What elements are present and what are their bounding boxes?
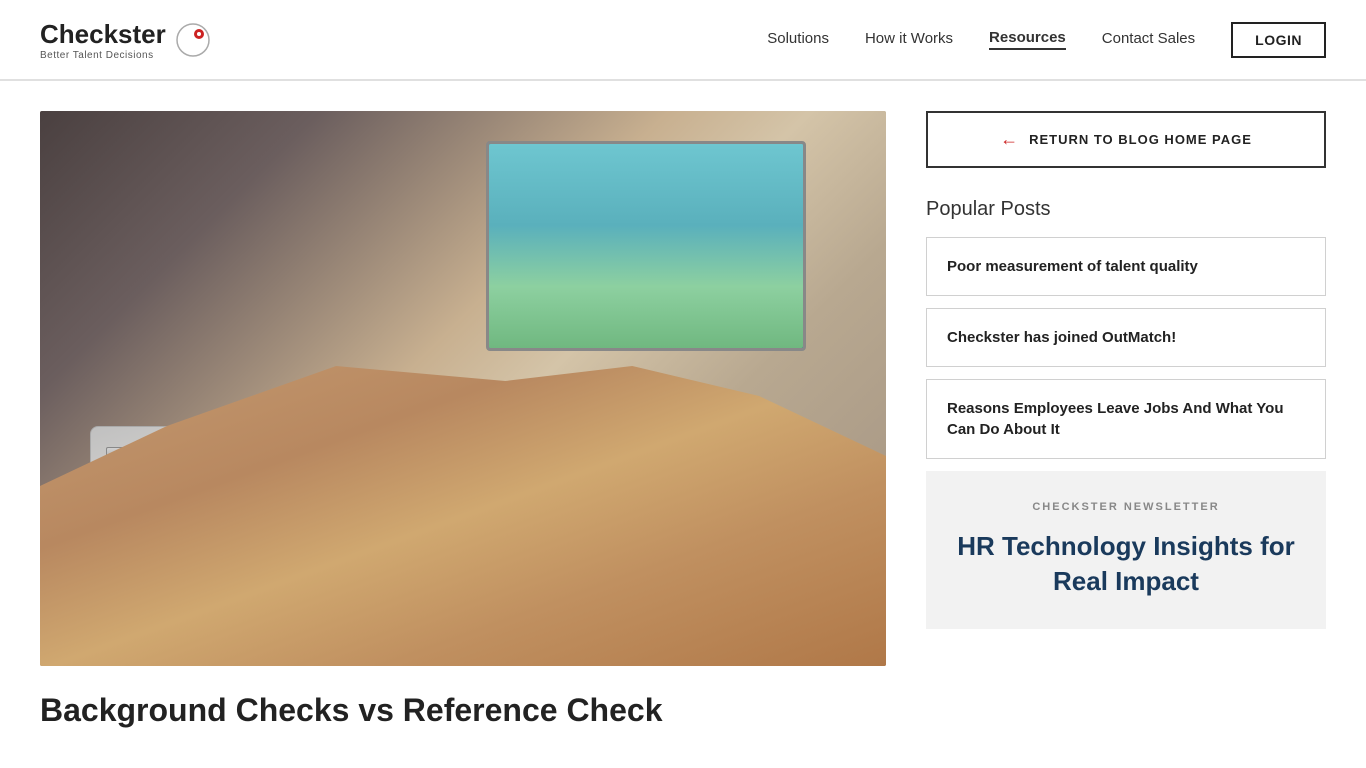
newsletter-title: HR Technology Insights for Real Impact — [946, 529, 1306, 599]
logo-tagline: Better Talent Decisions — [40, 50, 166, 61]
hands-overlay — [40, 366, 886, 666]
return-btn-label: RETURN TO BLOG HOME PAGE — [1029, 132, 1252, 147]
return-to-blog-button[interactable]: ← RETURN TO BLOG HOME PAGE — [926, 111, 1326, 168]
article-title: Background Checks vs Reference Check — [40, 690, 886, 732]
logo-icon — [174, 21, 212, 59]
nav-contact-sales[interactable]: Contact Sales — [1102, 30, 1195, 49]
logo-name: Checkster — [40, 19, 166, 50]
newsletter-label: CHECKSTER NEWSLETTER — [946, 501, 1306, 513]
main-content: Background Checks vs Reference Check ← R… — [0, 81, 1366, 762]
popular-posts-heading: Popular Posts — [926, 198, 1326, 221]
nav-resources[interactable]: Resources — [989, 29, 1066, 50]
laptop-game-art — [489, 144, 803, 348]
main-nav: Solutions How it Works Resources Contact… — [767, 22, 1326, 58]
return-arrow-icon: ← — [1000, 129, 1019, 150]
popular-post-title-2: Checkster has joined OutMatch! — [947, 329, 1176, 346]
site-header: Checkster Better Talent Decisions Soluti… — [0, 0, 1366, 80]
nav-how-it-works[interactable]: How it Works — [865, 30, 953, 49]
popular-post-title-3: Reasons Employees Leave Jobs And What Yo… — [947, 400, 1283, 438]
laptop-screen — [486, 141, 806, 351]
nav-solutions[interactable]: Solutions — [767, 30, 829, 49]
article-area: Background Checks vs Reference Check — [40, 111, 886, 732]
logo[interactable]: Checkster Better Talent Decisions — [40, 19, 212, 61]
hero-image-inner — [40, 111, 886, 666]
popular-post-card-3[interactable]: Reasons Employees Leave Jobs And What Yo… — [926, 379, 1326, 459]
popular-post-card-1[interactable]: Poor measurement of talent quality — [926, 237, 1326, 296]
newsletter-card: CHECKSTER NEWSLETTER HR Technology Insig… — [926, 471, 1326, 629]
hero-image — [40, 111, 886, 666]
sidebar: ← RETURN TO BLOG HOME PAGE Popular Posts… — [926, 111, 1326, 732]
popular-post-card-2[interactable]: Checkster has joined OutMatch! — [926, 308, 1326, 367]
popular-post-title-1: Poor measurement of talent quality — [947, 258, 1198, 275]
login-button[interactable]: LOGIN — [1231, 22, 1326, 58]
